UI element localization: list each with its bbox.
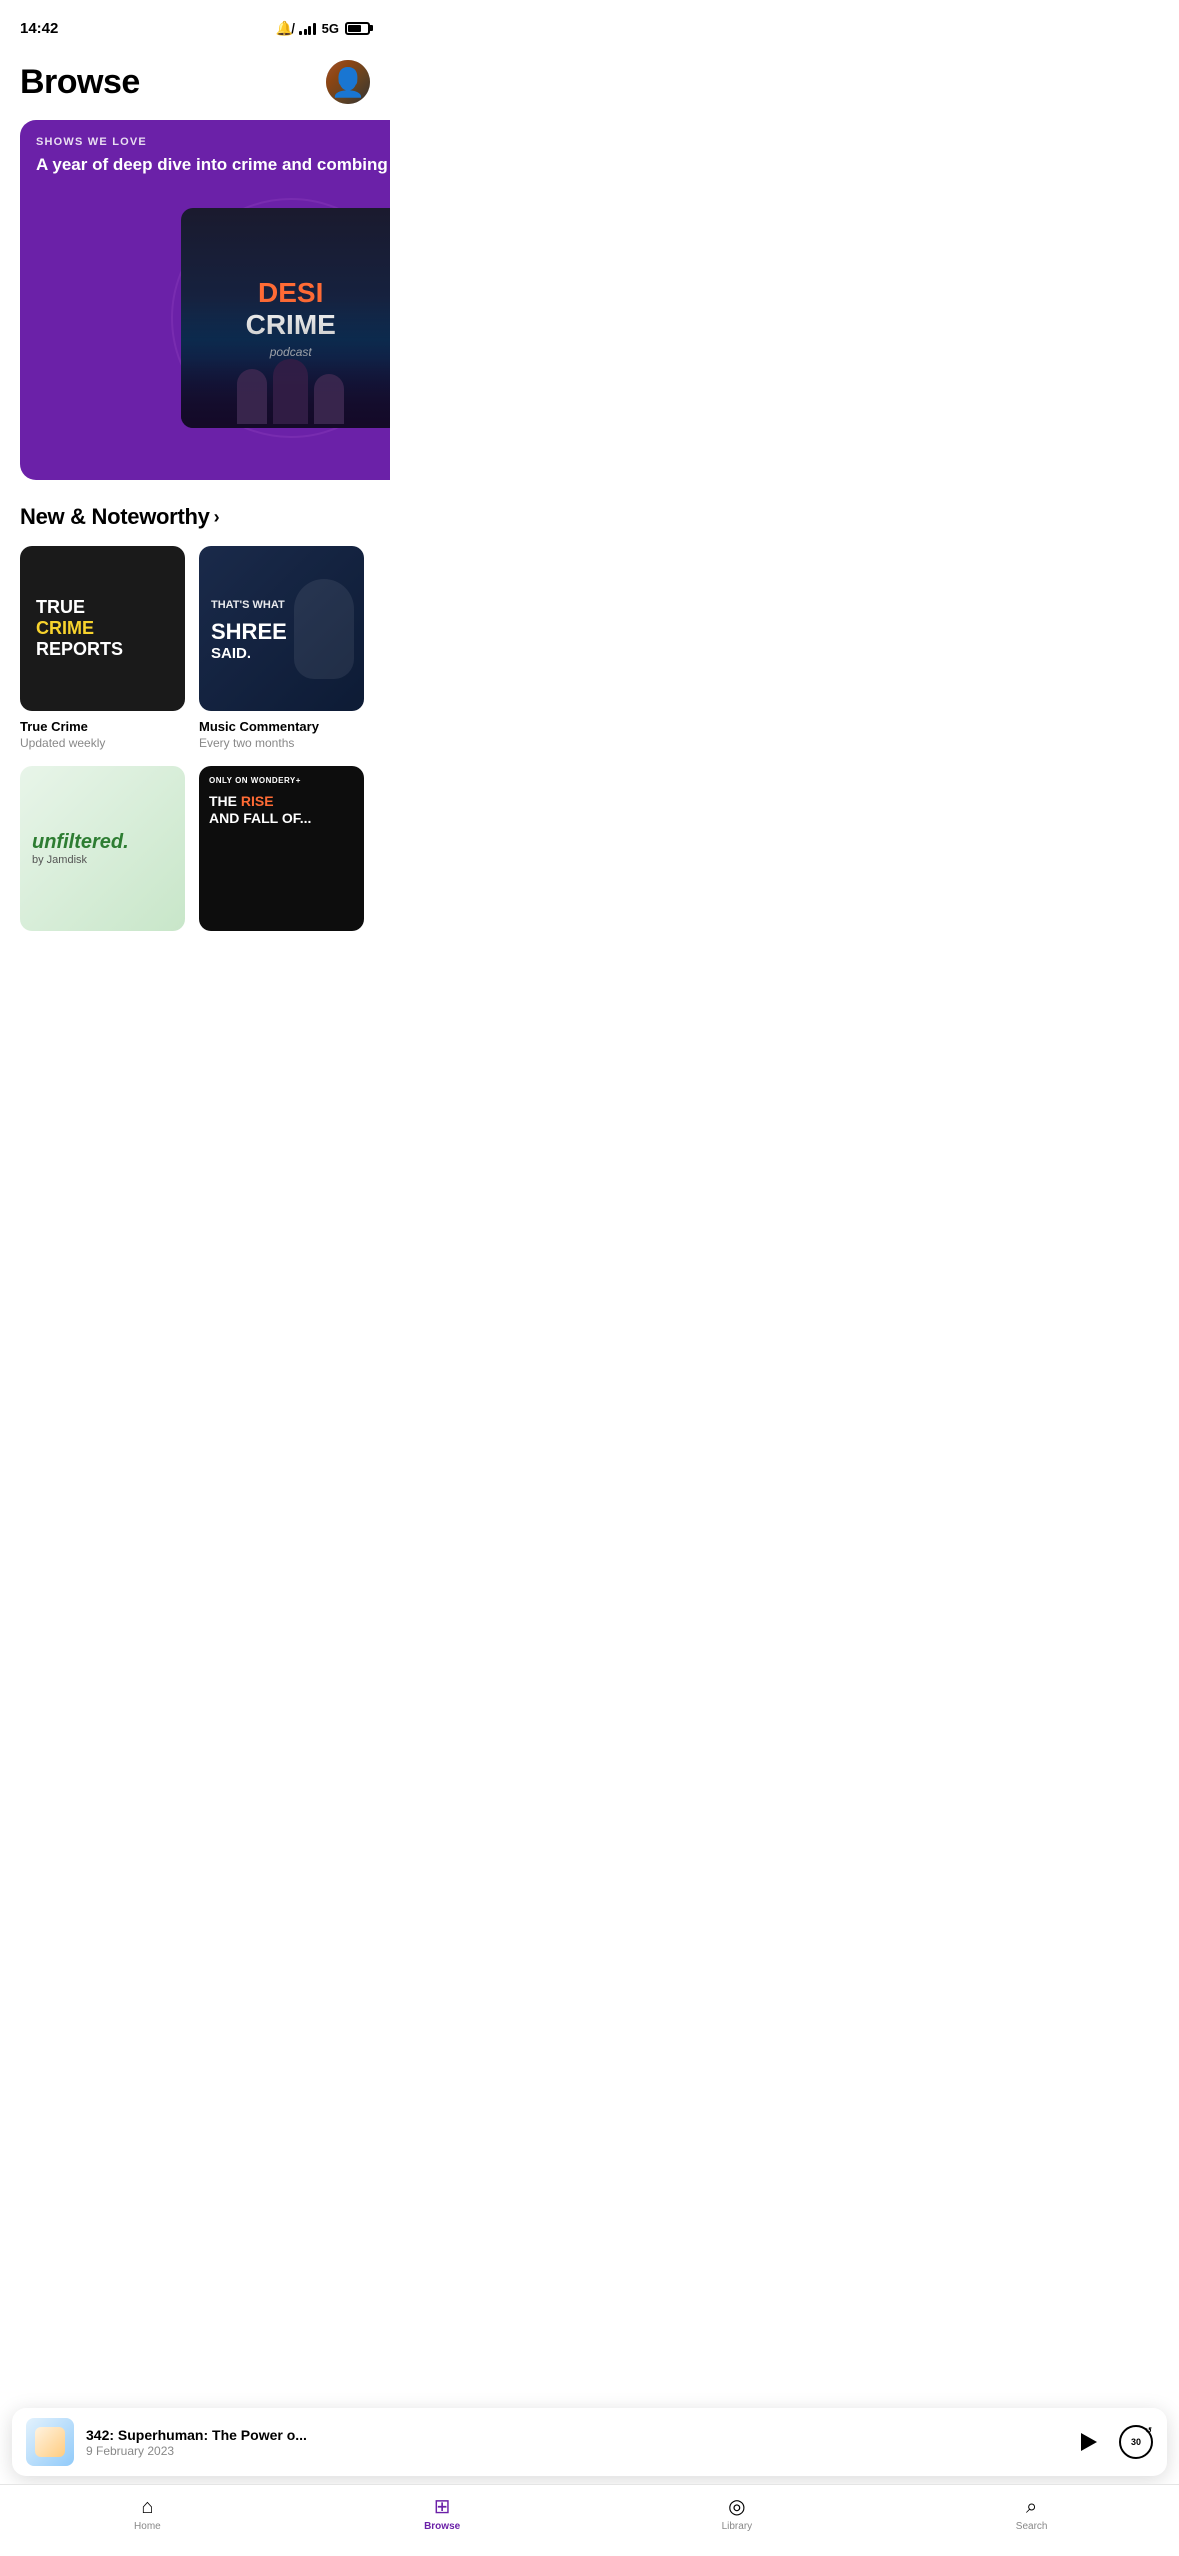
library-icon: ◎ <box>728 2497 745 2517</box>
section-title: New & Noteworthy <box>20 504 210 530</box>
browse-icon: ⊞ <box>434 2497 451 2517</box>
section-header[interactable]: New & Noteworthy › <box>20 504 370 530</box>
status-icons: 🔔̸ 5G <box>276 20 370 37</box>
podcast-meta-2: Every two months <box>199 736 364 750</box>
nav-library-label: Library <box>722 2521 753 2532</box>
podcast-item-unfiltered[interactable]: unfiltered. by Jamdisk <box>20 766 185 939</box>
now-playing-controls: 30 ↺ <box>1069 2424 1153 2460</box>
unfiltered-thumbnail: unfiltered. by Jamdisk <box>20 766 185 931</box>
nav-home-label: Home <box>134 2521 161 2532</box>
network-type: 5G <box>322 21 339 36</box>
now-playing-info: 342: Superhuman: The Power o... 9 Februa… <box>86 2427 1057 2458</box>
avatar[interactable] <box>326 60 370 104</box>
podcast-row-1: TRUE CRIME REPORTS True Crime Updated we… <box>20 546 370 750</box>
podcast-meta-1: Updated weekly <box>20 736 185 750</box>
nav-search[interactable]: ⌕ Search <box>884 2493 1179 2536</box>
podcast-item-rise[interactable]: ONLY ON WONDERY+ THE RISEAND FALL OF... <box>199 766 364 939</box>
play-button[interactable] <box>1069 2424 1105 2460</box>
nav-search-label: Search <box>1016 2521 1048 2532</box>
home-icon: ⌂ <box>141 2497 153 2517</box>
rise-thumbnail: ONLY ON WONDERY+ THE RISEAND FALL OF... <box>199 766 364 931</box>
podcast-row-2: unfiltered. by Jamdisk ONLY ON WONDERY+ … <box>20 766 370 939</box>
now-playing-bar[interactable]: 342: Superhuman: The Power o... 9 Februa… <box>12 2408 1167 2476</box>
podcast-item-true-crime[interactable]: TRUE CRIME REPORTS True Crime Updated we… <box>20 546 185 750</box>
true-crime-thumbnail: TRUE CRIME REPORTS <box>20 546 185 711</box>
hero-card-1[interactable]: SHOWS WE LOVE A year of deep dive into c… <box>20 120 390 480</box>
podcast-item-shree[interactable]: THAT'S WHAT SHREE SAID. Music Commentary… <box>199 546 364 750</box>
nav-home[interactable]: ⌂ Home <box>0 2493 295 2536</box>
podcast-name-2: Music Commentary <box>199 719 364 734</box>
now-playing-title: 342: Superhuman: The Power o... <box>86 2427 1057 2443</box>
hero-card-1-description: A year of deep dive into crime and combi… <box>20 154 390 188</box>
notification-icon: 🔔̸ <box>276 20 293 37</box>
podcast-name-1: True Crime <box>20 719 185 734</box>
status-bar: 14:42 🔔̸ 5G <box>0 0 390 50</box>
search-icon: ⌕ <box>1026 2497 1037 2517</box>
hero-card-1-image: DESI CRIME podcast <box>20 188 390 448</box>
chevron-right-icon: › <box>214 507 220 528</box>
avatar-image <box>326 60 370 104</box>
status-time: 14:42 <box>20 20 58 37</box>
page-title: Browse <box>20 63 140 102</box>
bottom-nav: ⌂ Home ⊞ Browse ◎ Library ⌕ Search <box>0 2484 1179 2556</box>
podcast-cover: DESI CRIME podcast <box>181 208 390 428</box>
shree-thumbnail: THAT'S WHAT SHREE SAID. <box>199 546 364 711</box>
now-playing-date: 9 February 2023 <box>86 2444 1057 2458</box>
nav-library[interactable]: ◎ Library <box>590 2493 885 2536</box>
hero-carousel: SHOWS WE LOVE A year of deep dive into c… <box>0 120 390 480</box>
nav-browse-label: Browse <box>424 2521 460 2532</box>
nav-browse[interactable]: ⊞ Browse <box>295 2493 590 2536</box>
now-playing-thumbnail <box>26 2418 74 2466</box>
page-header: Browse <box>0 50 390 120</box>
battery-icon <box>345 22 370 35</box>
replay-button[interactable]: 30 ↺ <box>1119 2425 1153 2459</box>
new-noteworthy-section: New & Noteworthy › TRUE CRIME REPORTS Tr… <box>0 480 390 939</box>
signal-icon <box>299 21 316 35</box>
hero-card-1-label: SHOWS WE LOVE <box>20 120 390 154</box>
